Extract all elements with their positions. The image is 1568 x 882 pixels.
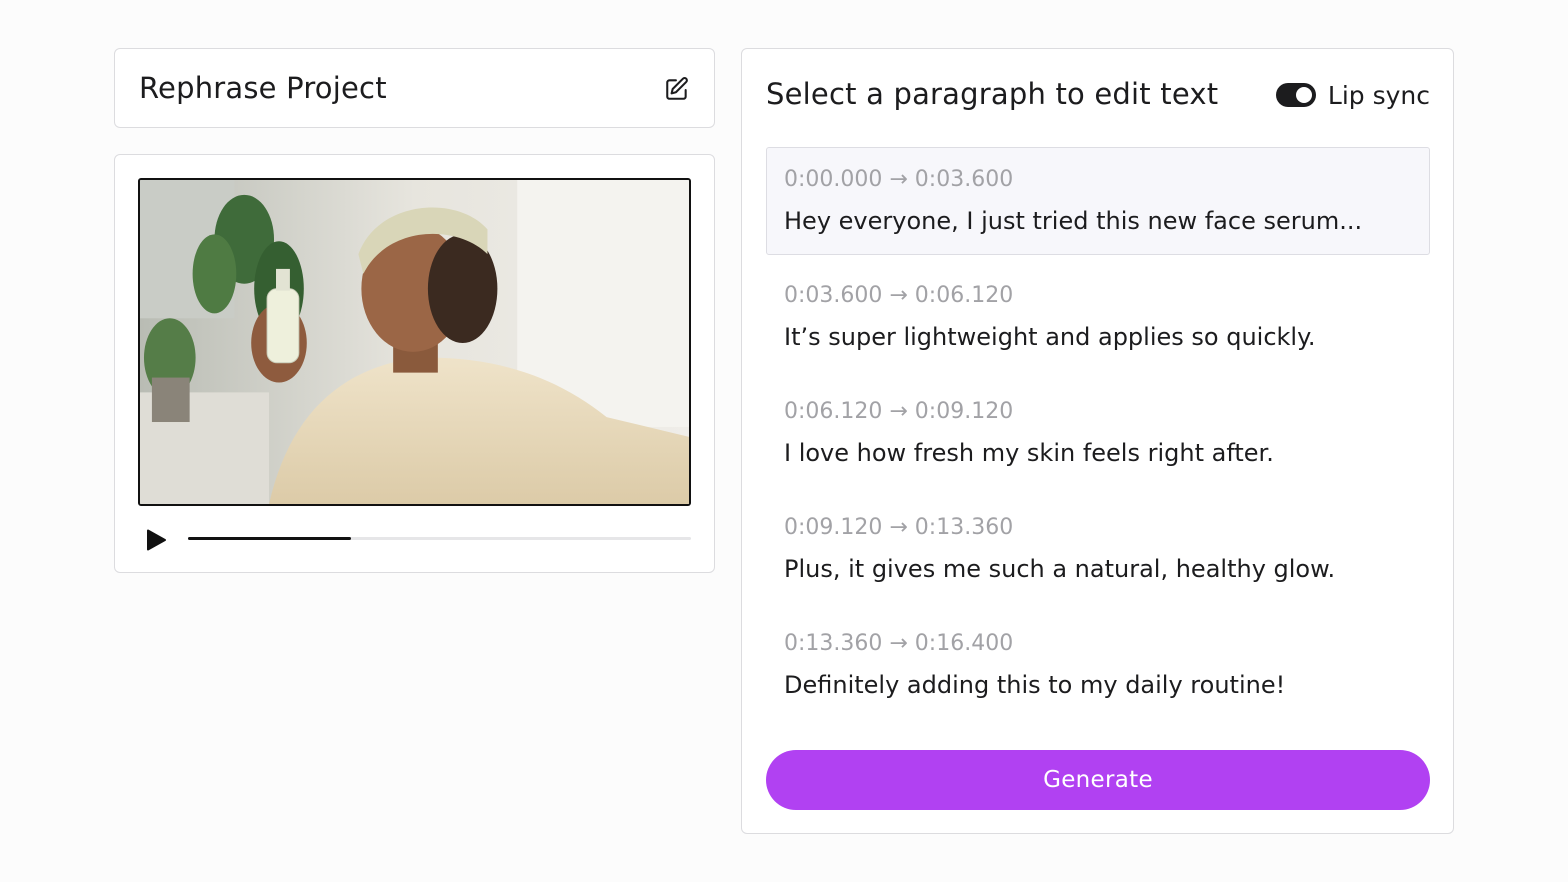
transcript-segment[interactable]: 0:03.600 → 0:06.120 It’s super lightweig… (766, 263, 1430, 371)
segment-text: Plus, it gives me such a natural, health… (784, 555, 1336, 583)
segment-timestamp: 0:09.120 → 0:13.360 (784, 515, 1014, 540)
segment-timestamp: 0:03.600 → 0:06.120 (784, 283, 1014, 308)
play-icon[interactable] (145, 528, 167, 552)
project-title-card: Rephrase Project (114, 48, 715, 128)
video-preview[interactable] (138, 178, 691, 506)
segment-text: Hey everyone, I just tried this new face… (784, 207, 1363, 235)
progress-bar-fill (188, 537, 352, 540)
project-title: Rephrase Project (139, 71, 387, 105)
segment-timestamp: 0:00.000 → 0:03.600 (784, 167, 1014, 192)
segment-text: It’s super lightweight and applies so qu… (784, 323, 1316, 351)
transcript-panel: Select a paragraph to edit text Lip sync… (741, 48, 1454, 834)
transcript-segment[interactable]: 0:06.120 → 0:09.120 I love how fresh my … (766, 379, 1430, 487)
video-frame-image (140, 180, 689, 504)
lip-sync-toggle[interactable]: Lip sync (1275, 79, 1430, 111)
transcript-segment-list: 0:00.000 → 0:03.600 Hey everyone, I just… (766, 147, 1430, 727)
generate-button[interactable]: Generate (766, 750, 1430, 810)
lip-sync-label: Lip sync (1327, 80, 1430, 110)
edit-icon[interactable] (664, 76, 690, 102)
segment-text: Definitely adding this to my daily routi… (784, 671, 1286, 699)
transcript-segment[interactable]: 0:13.360 → 0:16.400 Definitely adding th… (766, 611, 1430, 719)
toggle-switch[interactable] (1275, 83, 1316, 107)
toggle-knob (1295, 87, 1312, 103)
segment-timestamp: 0:13.360 → 0:16.400 (784, 631, 1014, 656)
transcript-segment[interactable]: 0:09.120 → 0:13.360 Plus, it gives me su… (766, 495, 1430, 603)
transcript-segment[interactable]: 0:00.000 → 0:03.600 Hey everyone, I just… (766, 147, 1430, 255)
segment-text: I love how fresh my skin feels right aft… (784, 439, 1274, 467)
video-player-card (114, 154, 715, 573)
segment-timestamp: 0:06.120 → 0:09.120 (784, 399, 1014, 424)
progress-bar[interactable] (188, 537, 691, 540)
panel-heading: Select a paragraph to edit text (766, 77, 1219, 111)
